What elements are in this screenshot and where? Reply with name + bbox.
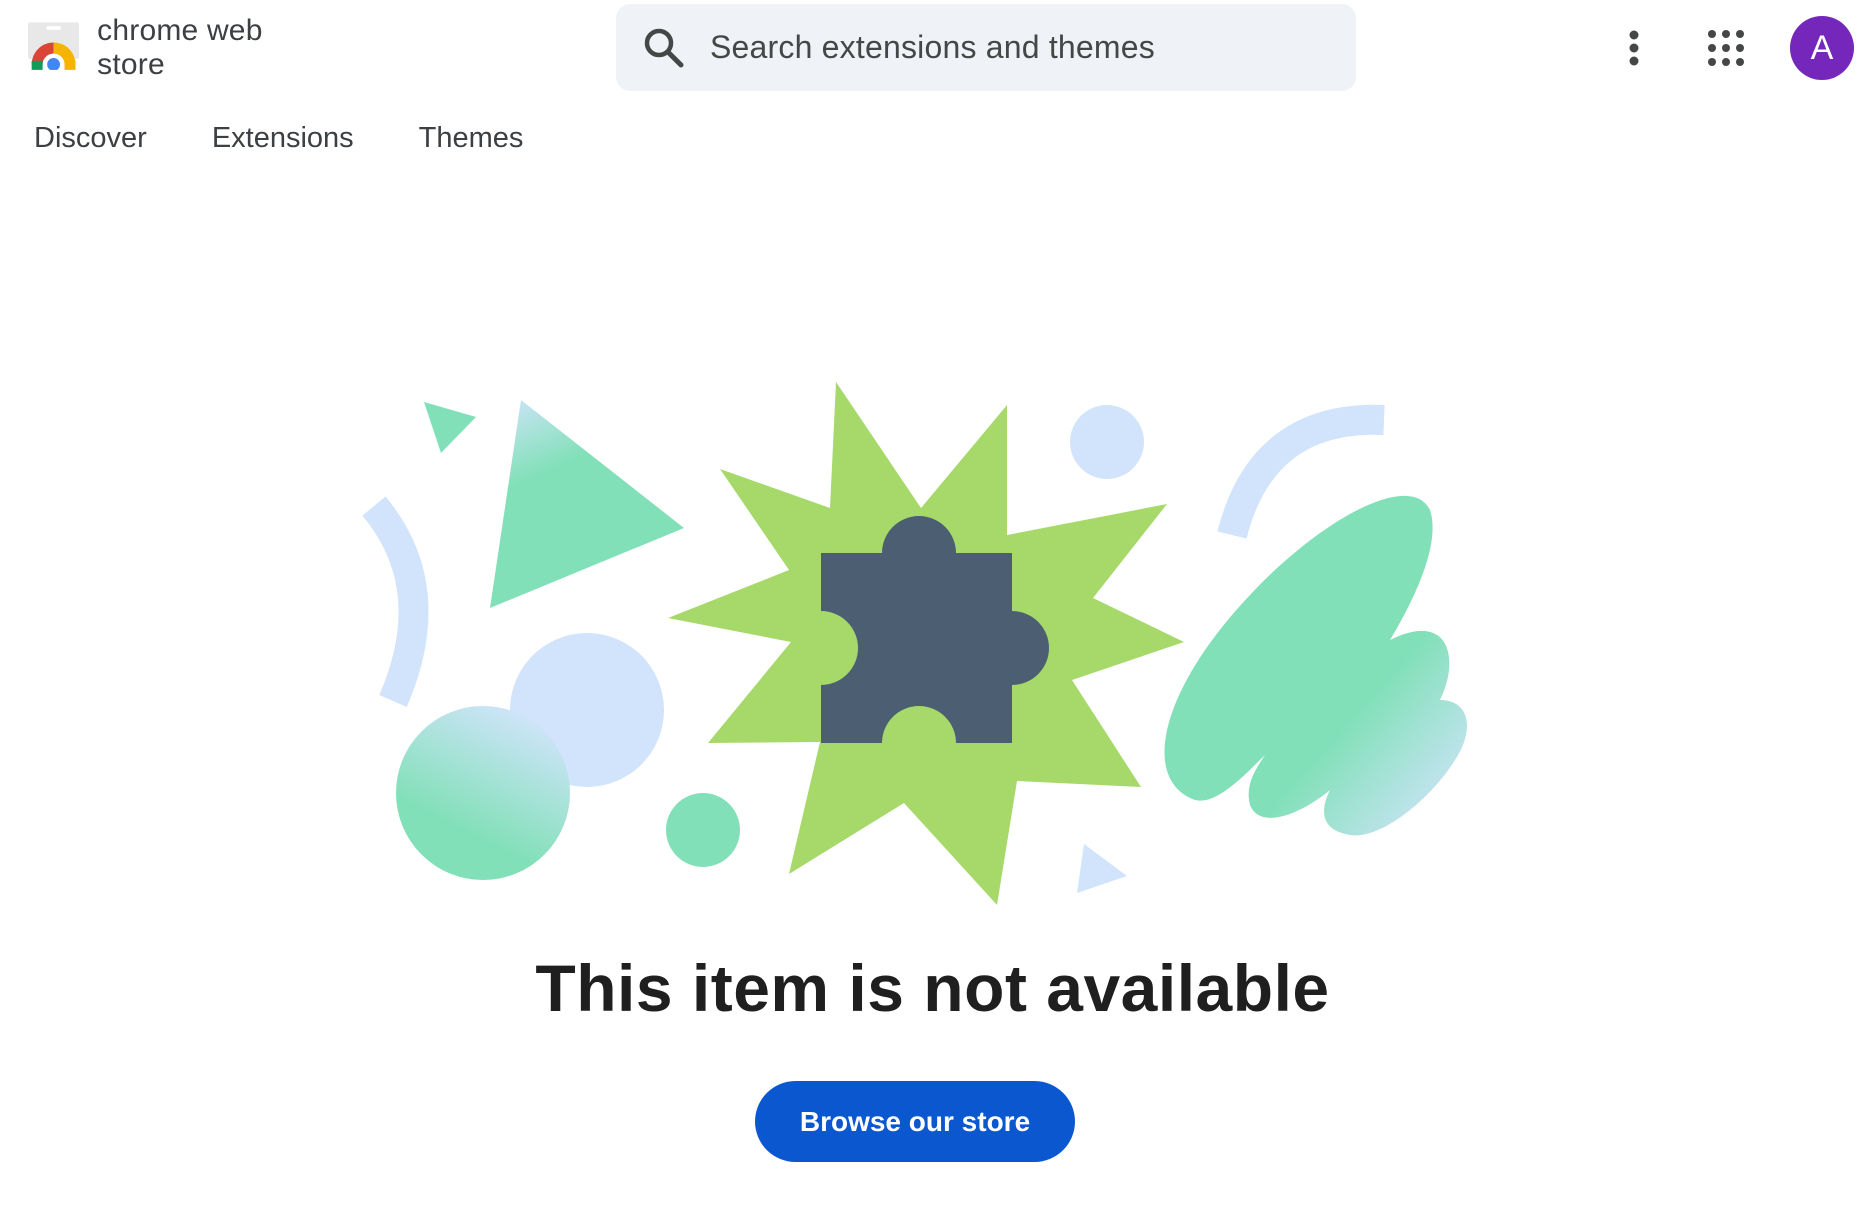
google-apps-button[interactable] [1696, 18, 1756, 78]
account-avatar[interactable]: A [1790, 16, 1854, 80]
avatar-letter: A [1810, 28, 1834, 67]
search-bar[interactable] [616, 4, 1356, 91]
page-title: This item is not available [535, 951, 1330, 1025]
logo-text: chrome web store [97, 14, 263, 81]
right-blob-shape [1164, 495, 1467, 836]
left-arc-shape [362, 496, 429, 707]
more-vert-icon [1629, 30, 1639, 66]
nav-item-themes[interactable]: Themes [419, 122, 524, 155]
top-small-circle [1070, 405, 1144, 479]
small-mint-circle [666, 793, 740, 867]
more-options-button[interactable] [1604, 18, 1664, 78]
page: chrome web store Search extensions and t… [0, 0, 1865, 1214]
main-nav: Discover Extensions Themes [34, 122, 588, 155]
nav-item-discover[interactable]: Discover [34, 122, 147, 155]
nav-item-extensions[interactable]: Extensions [212, 122, 354, 155]
search-icon [644, 28, 684, 67]
large-triangle-shape [490, 400, 684, 608]
search-input[interactable] [708, 28, 1312, 67]
chrome-web-store-logo-link[interactable]: chrome web store [28, 14, 318, 81]
apps-grid-icon [1708, 30, 1744, 66]
header: chrome web store Search extensions and t… [0, 0, 1865, 100]
browse-store-button[interactable]: Browse our store [755, 1081, 1075, 1162]
gradient-circle [396, 706, 570, 880]
bottom-small-triangle [1077, 844, 1127, 893]
chrome-web-store-logo-icon [28, 22, 80, 74]
not-available-illustration [362, 382, 1467, 905]
small-triangle-shape [424, 402, 476, 453]
